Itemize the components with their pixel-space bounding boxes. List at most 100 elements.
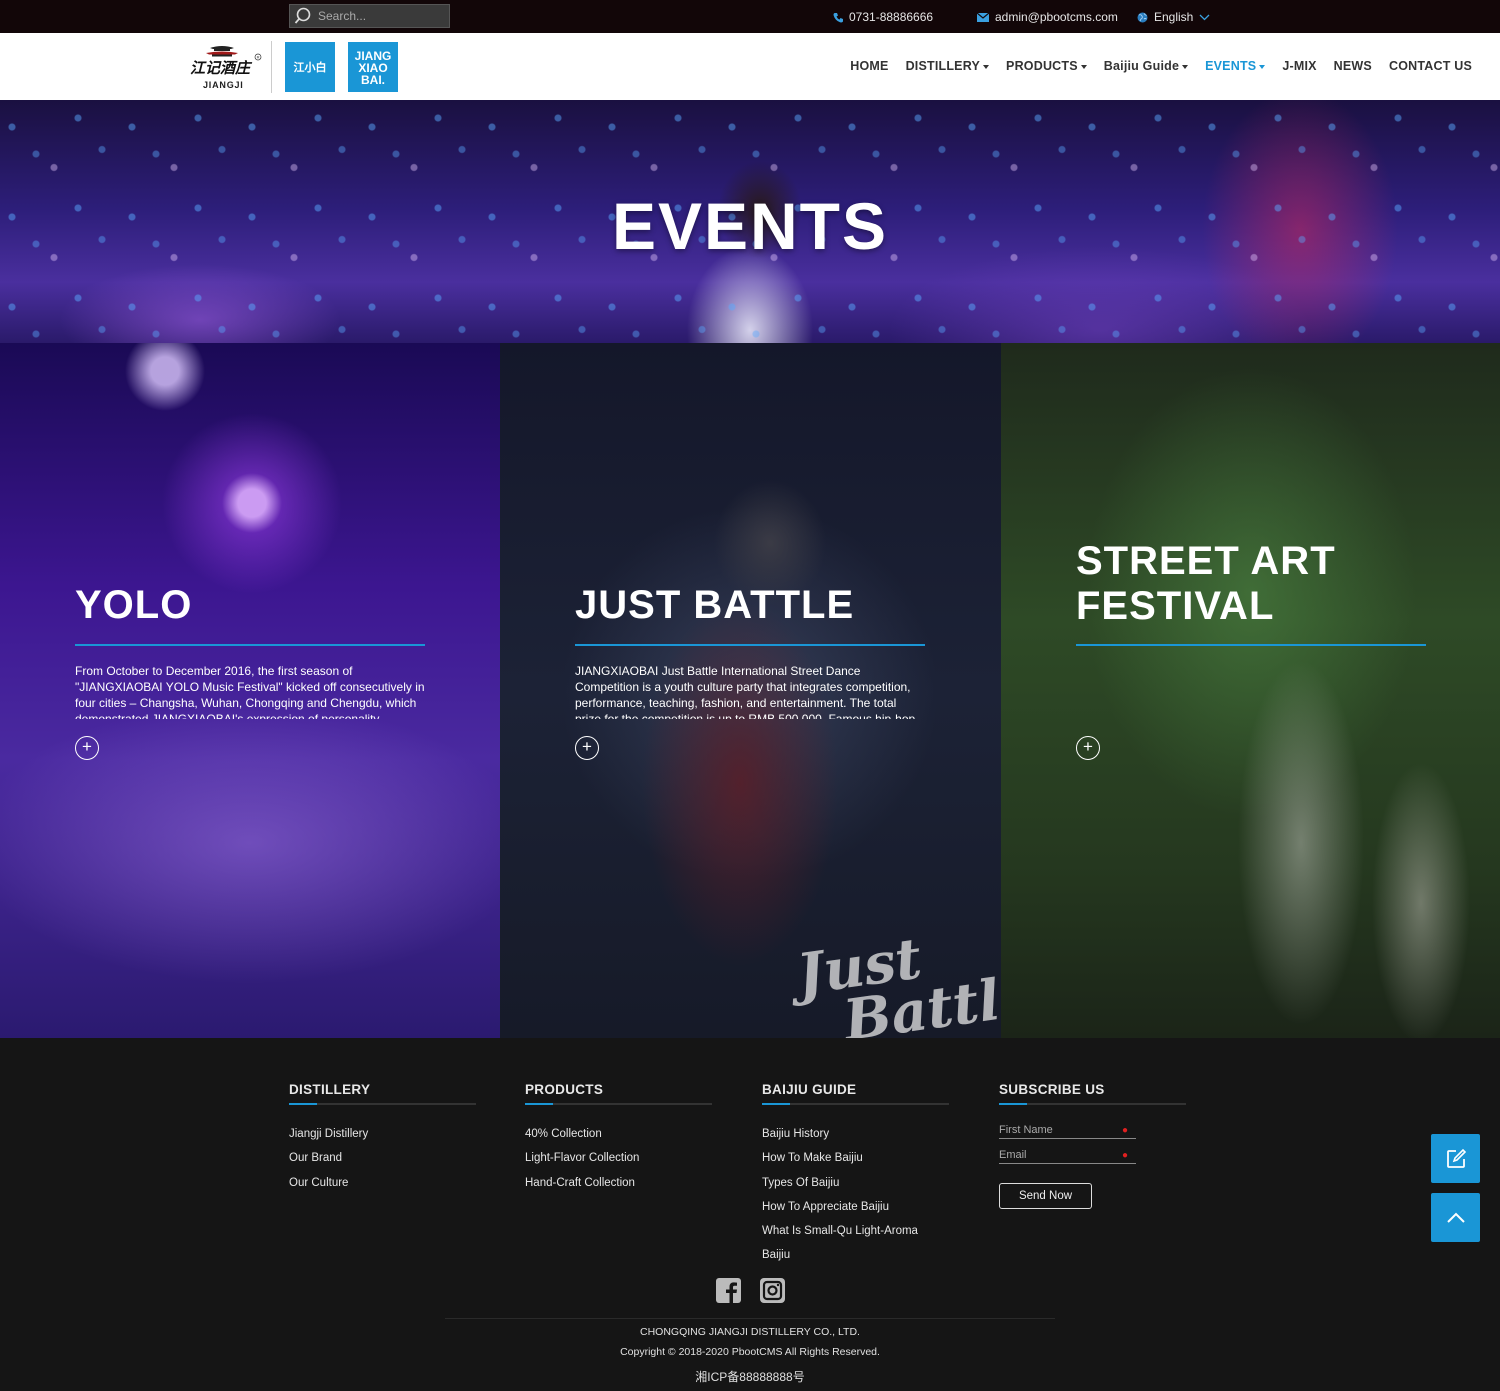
event-card-yolo[interactable]: YOLO From October to December 2016, the …	[0, 343, 500, 1038]
footer-link[interactable]: Our Brand	[289, 1146, 476, 1170]
required-marker: ●	[1121, 1149, 1128, 1161]
globe-icon	[1137, 12, 1148, 22]
event-card-street-art-festival[interactable]: STREET ART FESTIVAL +	[1001, 343, 1500, 1038]
search-input[interactable]	[318, 9, 438, 23]
footer-column-subscribe: SUBSCRIBE US ● ● Send Now	[999, 1082, 1186, 1209]
chevron-down-icon	[1199, 14, 1210, 20]
logo-line-2: XIAO	[358, 60, 388, 75]
plus-icon[interactable]: +	[75, 736, 99, 760]
nav-j-mix[interactable]: J-MIX	[1282, 59, 1316, 73]
event-title-line: FESTIVAL	[1076, 584, 1275, 628]
footer-link[interactable]: Baijiu History	[762, 1122, 949, 1146]
nav-products[interactable]: PRODUCTS	[1006, 59, 1087, 73]
svg-text:JIANGJI: JIANGJI	[203, 80, 244, 90]
event-title-line: STREET ART	[1076, 539, 1336, 583]
email-input[interactable]	[999, 1147, 1119, 1163]
nav-news[interactable]: NEWS	[1334, 59, 1372, 73]
footer-link[interactable]: 40% Collection	[525, 1122, 712, 1146]
events-grid: YOLO From October to December 2016, the …	[0, 343, 1500, 1038]
nav-distillery[interactable]: DISTILLERY	[905, 59, 990, 73]
event-description: From October to December 2016, the first…	[75, 664, 425, 719]
footer-column-distillery: DISTILLERY Jiangji Distillery Our Brand …	[289, 1082, 476, 1195]
event-description	[1076, 663, 1426, 719]
event-card-just-battle[interactable]: JUST BATTLE JIANGXIAOBAI Just Battle Int…	[500, 343, 1001, 1038]
nav-baijiu-guide[interactable]: Baijiu Guide	[1103, 59, 1189, 73]
back-to-top-button[interactable]	[1431, 1193, 1480, 1242]
jiangxiaobai-en-logo[interactable]: JIANG XIAO BAI.	[348, 42, 398, 92]
first-name-input[interactable]	[999, 1122, 1119, 1138]
nav-distillery-label: DISTILLERY	[905, 59, 981, 73]
footer-link[interactable]: Types Of Baijiu	[762, 1171, 949, 1195]
nav-contact-us[interactable]: CONTACT US	[1389, 59, 1472, 73]
logo-divider	[271, 41, 272, 93]
event-title-line: YOLO	[75, 583, 193, 627]
footer-heading: PRODUCTS	[525, 1082, 712, 1105]
footer-column-products: PRODUCTS 40% Collection Light-Flavor Col…	[525, 1082, 712, 1195]
plus-icon[interactable]: +	[575, 736, 599, 760]
footer-column-baijiu-guide: BAIJIU GUIDE Baijiu History How To Make …	[762, 1082, 949, 1268]
jiangxiaobai-logo[interactable]: 江小白	[285, 42, 335, 92]
top-bar: 0731-88886666 admin@pbootcms.com English	[0, 0, 1500, 33]
nav-news-label: NEWS	[1333, 59, 1372, 73]
caret-down-icon	[1259, 64, 1266, 69]
footer-divider	[445, 1318, 1055, 1319]
footer-heading: SUBSCRIBE US	[999, 1082, 1186, 1105]
site-footer: DISTILLERY Jiangji Distillery Our Brand …	[0, 1038, 1500, 1391]
event-divider	[1076, 644, 1426, 646]
nav-baijiu-guide-label: Baijiu Guide	[1103, 59, 1180, 73]
event-description: JIANGXIAOBAI Just Battle International S…	[575, 664, 916, 719]
footer-link[interactable]: Our Culture	[289, 1171, 476, 1195]
nav-events-label: EVENTS	[1205, 59, 1257, 73]
logo-line-3: BAI.	[361, 72, 385, 87]
nav-products-label: PRODUCTS	[1006, 59, 1078, 73]
footer-link[interactable]: Hand-Craft Collection	[525, 1171, 712, 1195]
icp-record[interactable]: 湘ICP备88888888号	[0, 1368, 1500, 1385]
instagram-icon[interactable]	[760, 1278, 785, 1303]
jiangxiaobai-logo-text: 江小白	[293, 62, 327, 74]
nav-home-label: HOME	[850, 59, 889, 73]
social-links	[716, 1278, 785, 1303]
footer-link[interactable]: Light-Flavor Collection	[525, 1146, 712, 1170]
phone-icon	[833, 12, 843, 22]
language-label: English	[1154, 10, 1194, 24]
jiangji-logo[interactable]: 江记酒庄 R JIANGJI	[188, 42, 266, 92]
email-address: admin@pbootcms.com	[995, 10, 1118, 24]
copyright-text: Copyright © 2018-2020 PbootCMS All Right…	[620, 1346, 880, 1358]
svg-text:江记酒庄: 江记酒庄	[190, 59, 253, 77]
feedback-button[interactable]	[1431, 1134, 1480, 1183]
main-nav: HOME DISTILLERY PRODUCTS Baijiu Guide EV…	[850, 59, 1472, 73]
phone-contact[interactable]: 0731-88886666	[833, 10, 933, 24]
site-header: 江记酒庄 R JIANGJI 江小白 JIANG XIAO BAI. HOME …	[0, 33, 1500, 100]
footer-link[interactable]: Jiangji Distillery	[289, 1122, 476, 1146]
event-divider	[575, 644, 925, 646]
footer-link[interactable]: What Is Small-Qu Light-Aroma Baijiu	[762, 1219, 949, 1268]
just-battle-watermark: Just Battle	[793, 917, 1001, 1038]
nav-events[interactable]: EVENTS	[1205, 59, 1266, 73]
language-selector[interactable]: English	[1137, 10, 1210, 24]
event-divider	[75, 644, 425, 646]
footer-link[interactable]: How To Appreciate Baijiu	[762, 1195, 949, 1219]
first-name-field: ●	[999, 1122, 1136, 1139]
edit-icon	[1446, 1148, 1466, 1168]
caret-down-icon	[983, 64, 990, 69]
required-marker: ●	[1121, 1124, 1128, 1136]
logo-line-1: JIANG	[354, 48, 392, 63]
send-now-button[interactable]: Send Now	[999, 1183, 1092, 1209]
nav-home[interactable]: HOME	[850, 59, 888, 73]
mail-icon	[977, 12, 989, 22]
search-box[interactable]	[289, 4, 450, 28]
footer-link[interactable]: How To Make Baijiu	[762, 1146, 949, 1170]
footer-heading: BAIJIU GUIDE	[762, 1082, 949, 1105]
facebook-icon[interactable]	[716, 1278, 741, 1303]
event-title-line: JUST BATTLE	[575, 583, 855, 627]
event-title: JUST BATTLE	[575, 583, 854, 628]
phone-number: 0731-88886666	[849, 10, 934, 24]
event-title: STREET ART FESTIVAL	[1076, 539, 1336, 629]
email-contact[interactable]: admin@pbootcms.com	[977, 10, 1118, 24]
nav-j-mix-label: J-MIX	[1282, 59, 1317, 73]
event-title: YOLO	[75, 583, 192, 628]
svg-text:R: R	[257, 55, 260, 60]
plus-icon[interactable]: +	[1076, 736, 1100, 760]
events-banner: EVENTS	[0, 100, 1500, 343]
caret-down-icon	[1080, 64, 1087, 69]
